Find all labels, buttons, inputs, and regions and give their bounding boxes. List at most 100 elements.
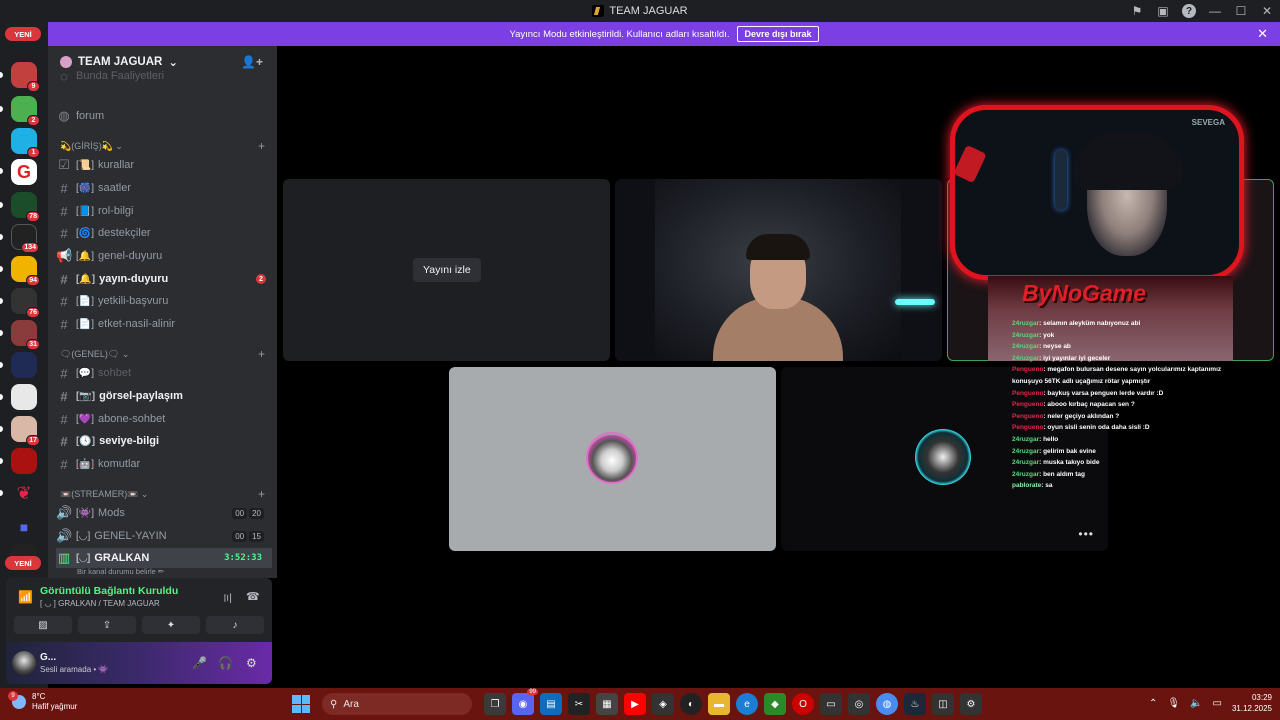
voice-status-channel[interactable]: [ ◡ ] GRALKAN / TEAM JAGUAR [40,599,160,608]
server-icon[interactable]: 1 [11,128,40,158]
settings-app-icon[interactable]: ⚙ [960,693,982,715]
add-channel-icon[interactable]: + [258,347,265,361]
category-giris[interactable]: 💫(GİRİŞ)💫 ⌄ + [60,139,265,153]
avatar[interactable] [12,651,36,675]
server-icon[interactable] [11,352,37,378]
inbox-icon[interactable]: ⚑ [1124,0,1150,22]
channel-yayin-duyuru[interactable]: # [🔔] yayın-duyuru 2 [56,269,272,289]
folder-icon[interactable]: ■ [11,514,37,540]
voice-channel-genel-yayin[interactable]: 🔊 [◡] GENEL-YAYIN 00 15 [56,526,272,546]
discord-app-icon[interactable]: ◉ 99 [512,689,538,715]
file-explorer-icon[interactable]: ▬ [708,693,730,715]
headphones-icon[interactable]: 🎧 [218,656,233,670]
banner-close-icon[interactable]: ✕ [1257,26,1268,42]
app-icon[interactable]: ◎ [848,693,870,715]
signal-icon[interactable]: 📶 [18,590,33,604]
channel-rol-bilgi[interactable]: # [📘] rol-bilgi [56,201,272,221]
chat-username: Pengueno [1012,424,1044,432]
clock[interactable]: 03:29 31.12.2025 [1232,692,1272,714]
voice-status-title[interactable]: Görüntülü Bağlantı Kuruldu [40,585,178,597]
more-options-icon[interactable]: ••• [1078,527,1094,541]
channel-yetkili-basvuru[interactable]: # [📄] yetkili-başvuru [56,291,272,311]
channel-seviye-bilgi[interactable]: # [🕓] seviye-bilgi [56,431,272,451]
server-icon[interactable]: G [11,159,37,185]
channel-etket-nasil-alinir[interactable]: # [📄] etket-nasil-alinir [56,314,272,334]
close-window-button[interactable]: ✕ [1254,0,1280,22]
share-screen-button[interactable]: ⇪ [78,616,136,634]
chrome-icon[interactable]: ◍ [876,693,898,715]
store-icon[interactable]: ▦ [596,693,618,715]
tray-chevron-icon[interactable]: ⌃ [1149,698,1157,709]
server-icon[interactable]: 76 [11,288,40,318]
add-channel-icon[interactable]: + [258,487,265,501]
activities-button[interactable]: ✦ [142,616,200,634]
channel-forum[interactable]: ◍ forum [56,106,272,126]
taskbar-search[interactable]: ⚲ Ara [322,693,472,715]
soundboard-button[interactable]: ♪ [206,616,264,634]
server-header[interactable]: TEAM JAGUAR ⌄ 👤+ [48,46,277,78]
voice-channel-gralkan[interactable]: ▥ [◡] GRALKAN 3:52:33 [56,548,272,568]
steam-icon[interactable]: ♨ [904,693,926,715]
channel-gorsel-paylasim[interactable]: # [📷] görsel-paylaşım [56,386,272,406]
watch-stream-button[interactable]: Yayını izle [413,258,481,282]
category-streamer[interactable]: 📼(STREAMER)📼 ⌄ + [60,487,265,501]
add-channel-icon[interactable]: + [258,139,265,153]
server-icon[interactable]: 9 [11,62,40,92]
obs-icon[interactable]: ◐ [680,693,702,715]
camera-off-button[interactable]: ▨ [14,616,72,634]
taskbar-apps: ⚲ Ara ❐ ◉ 99 ▤ ✂ ▦ ▶ ◈ ◐ ▬ e ◆ O ▭ ◎ ◍ ♨ ◫… [292,689,982,716]
weather-widget[interactable]: 9 8°C Hafif yağmur [8,691,77,712]
voice-channel-mods[interactable]: 🔊 [👾] Mods 00 20 [56,503,272,523]
participant-tile[interactable] [449,367,776,551]
category-genel[interactable]: 🗨(GENEL)🗨 ⌄ + [60,347,265,361]
channel-saatler[interactable]: # [🎆] saatler [56,178,272,198]
app-icon[interactable]: ◆ [764,693,786,715]
username[interactable]: G... [40,652,56,663]
noise-suppression-icon[interactable]: 〣 [222,590,233,606]
speaker-icon[interactable]: 🔈 [1190,698,1202,709]
microphone-icon[interactable]: 🎤 [192,656,207,670]
maximize-button[interactable]: ☐ [1228,0,1254,22]
unread-pill [0,490,3,496]
minimize-button[interactable]: — [1202,0,1228,22]
youtube-icon[interactable]: ▶ [624,693,646,715]
streamer-mode-banner: Yayıncı Modu etkinleştirildi. Kullanıcı … [48,22,1280,46]
stream-tile[interactable]: Yayını izle [283,179,610,361]
app-icon[interactable]: ▭ [820,693,842,715]
camera-tile[interactable] [615,179,942,361]
server-icon[interactable]: 2 [11,96,40,126]
channel-status[interactable]: Bir kanal durumu belirle ✏ [77,567,164,576]
app-icon[interactable]: ▤ [540,693,562,715]
task-view-icon[interactable]: ❐ [484,693,506,715]
channel-genel-duyuru[interactable]: 📢 [🔔] genel-duyuru [56,246,272,266]
server-icon[interactable] [11,384,37,410]
server-icon[interactable]: 78 [11,192,40,222]
edge-icon[interactable]: e [736,693,758,715]
windows-start-icon[interactable] [292,695,310,713]
channel-komutlar[interactable]: # [🤖] komutlar [56,454,272,474]
channel-sohbet[interactable]: # [💬] sohbet [56,363,272,383]
channel-kurallar[interactable]: ☑ [📜] kurallar [56,155,272,175]
server-icon[interactable]: 134 [11,224,39,253]
channel-destekciler[interactable]: # [🌀] destekçiler [56,223,272,243]
chat-username: 24ruzgar [1012,320,1040,327]
tray-mic-icon[interactable]: 🎙 [1167,698,1180,709]
disable-streamer-mode-button[interactable]: Devre dışı bırak [737,26,819,42]
app-icon[interactable]: ◫ [932,693,954,715]
disconnect-icon[interactable]: ☎ [246,590,260,603]
app-icon[interactable]: ◈ [652,693,674,715]
capcut-icon[interactable]: ✂ [568,693,590,715]
screen-share-icon[interactable]: ▣ [1150,0,1176,22]
server-icon[interactable]: ❦ [11,480,37,506]
channel-abone-sohbet[interactable]: # [💜] abone-sohbet [56,409,272,429]
server-icon[interactable]: 94 [11,256,40,286]
server-icon[interactable]: 31 [11,320,40,350]
server-icon[interactable]: 17 [11,416,40,446]
network-icon[interactable]: ▭ [1213,698,1222,709]
server-icon[interactable] [11,448,37,474]
opera-icon[interactable]: O [792,693,814,715]
invite-people-icon[interactable]: 👤+ [241,55,263,69]
settings-gear-icon[interactable]: ⚙ [246,656,257,670]
app-window: TEAM JAGUAR ⚑ ▣ ? — ☐ ✕ Yayıncı Modu etk… [0,0,1280,720]
help-button[interactable]: ? [1176,0,1202,22]
